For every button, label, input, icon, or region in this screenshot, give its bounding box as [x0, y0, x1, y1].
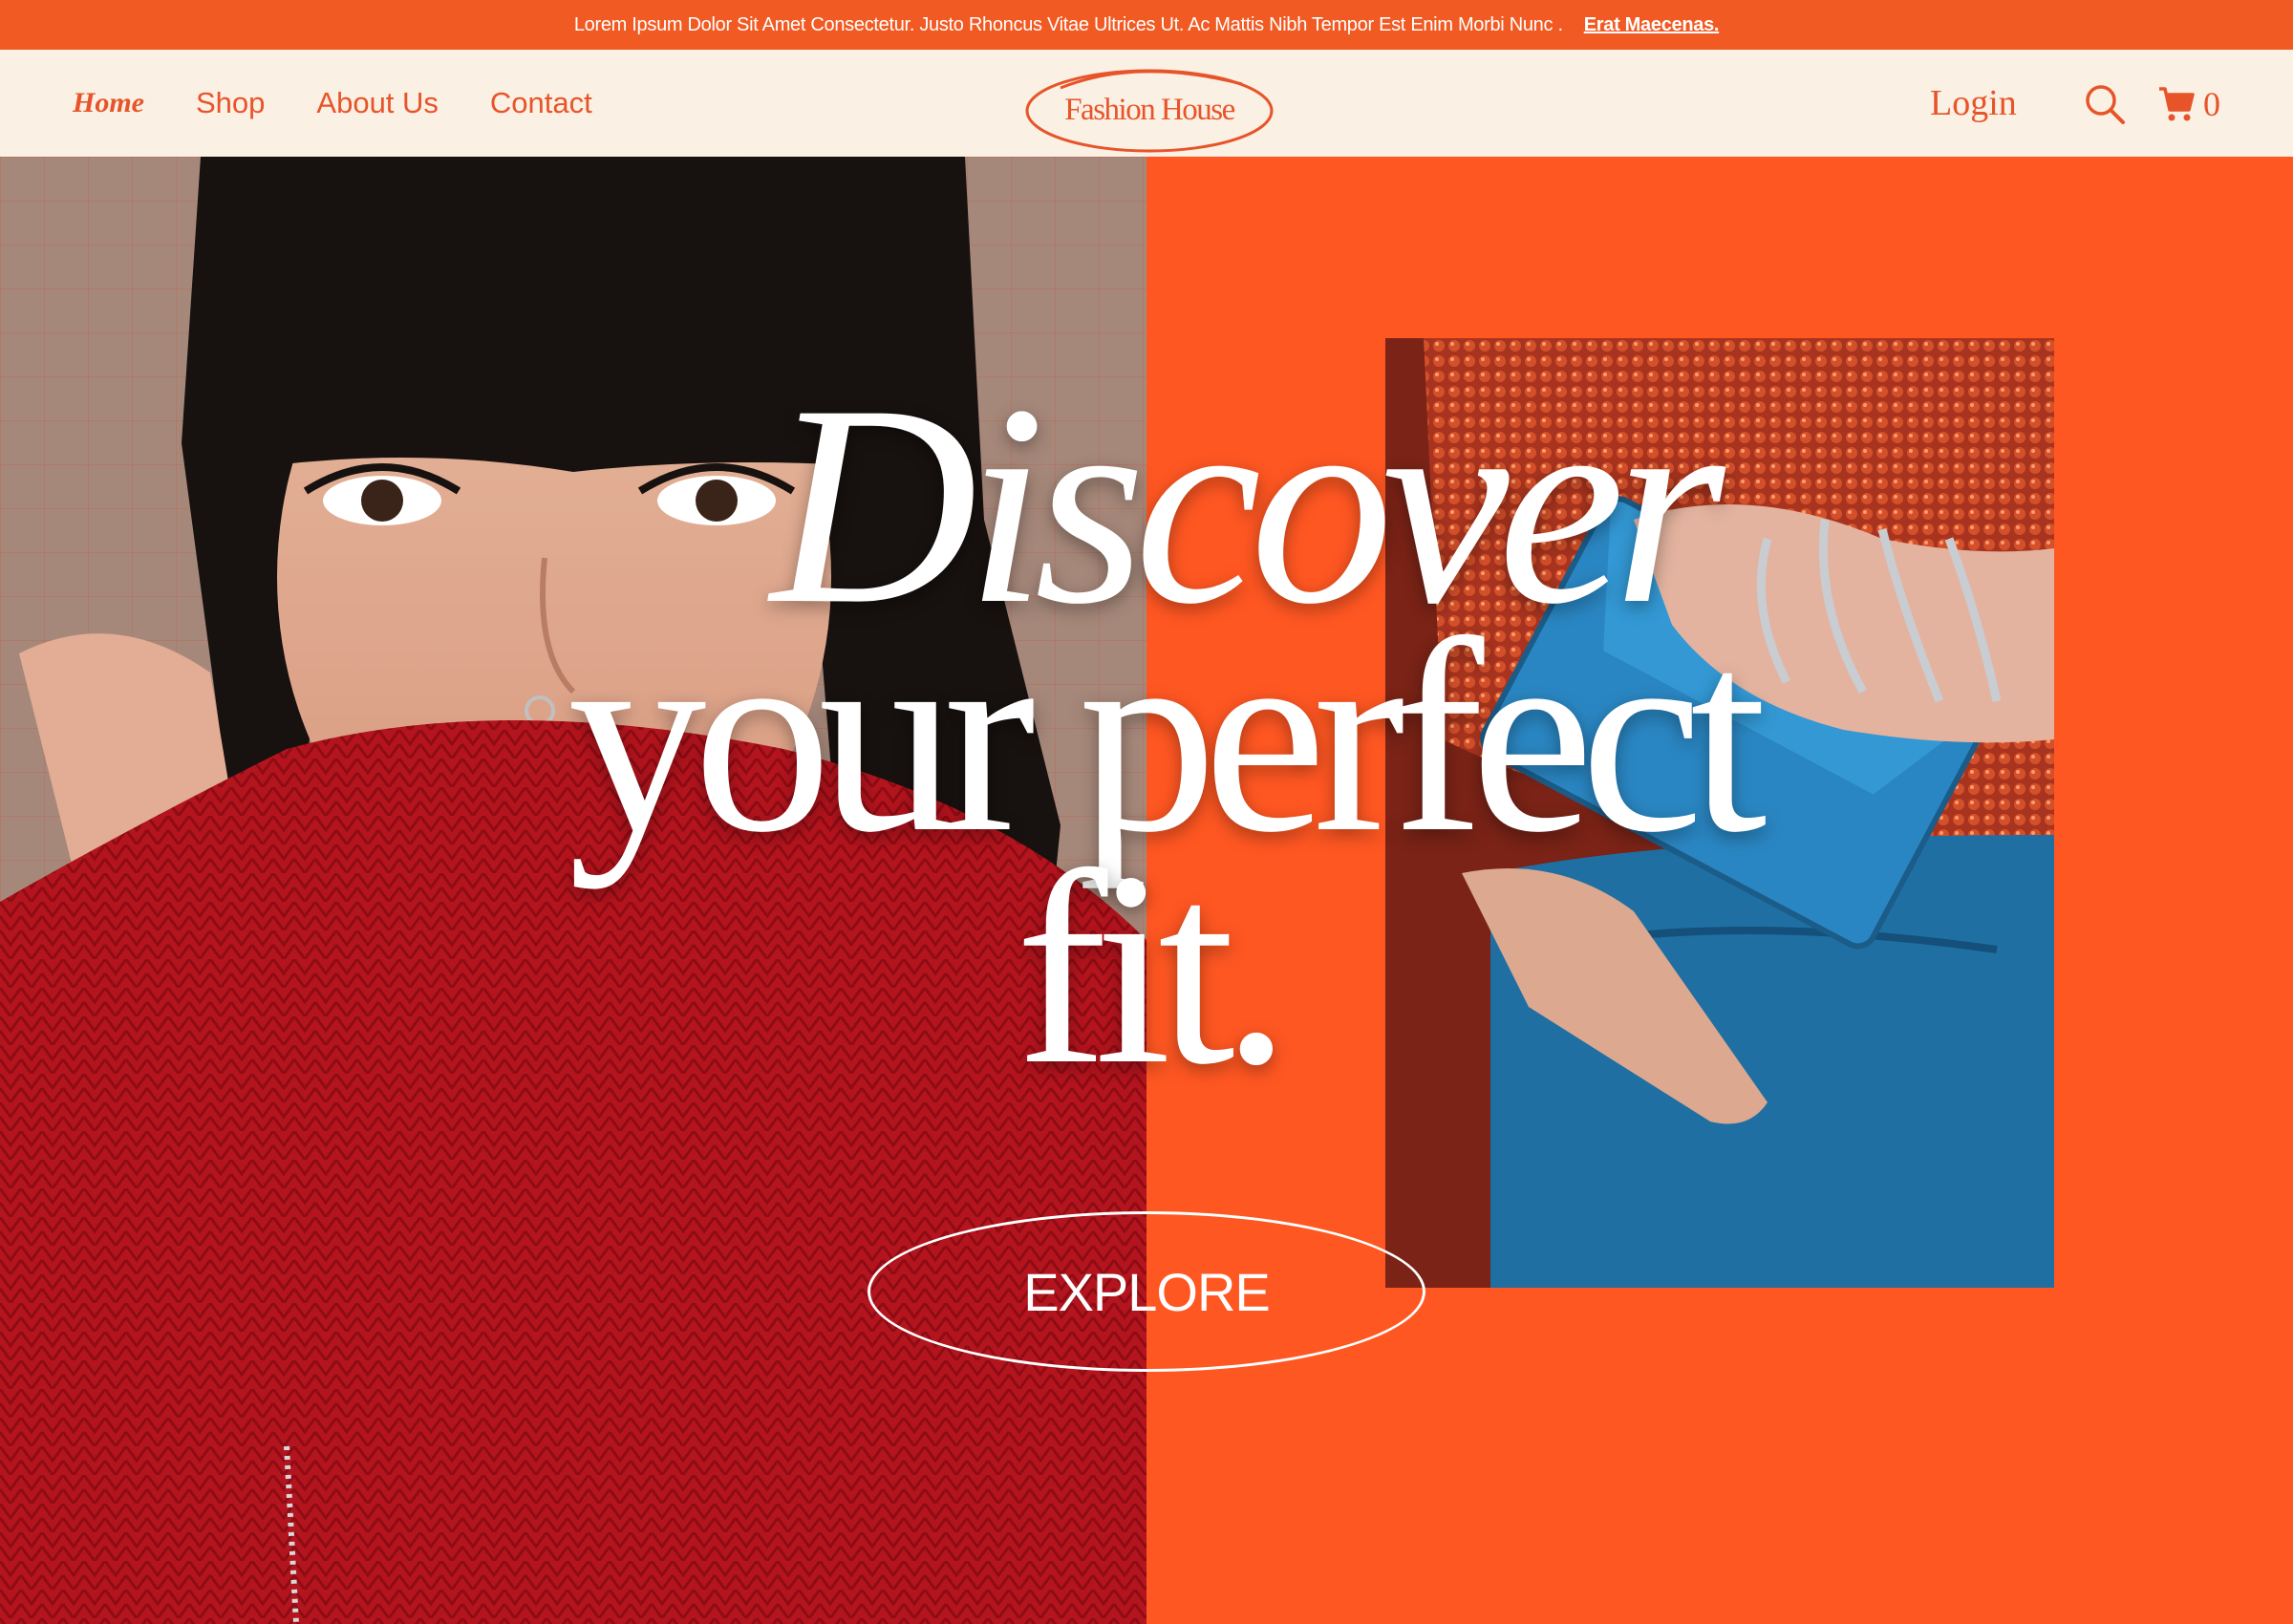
- announcement-link[interactable]: Erat Maecenas.: [1584, 14, 1720, 36]
- hero-headline: Discover your perfect fit.: [0, 361, 2293, 1122]
- headline-line-3: fit.: [1015, 815, 1291, 1122]
- nav-item-shop[interactable]: Shop: [196, 86, 265, 120]
- logo-text: Fashion House: [1064, 92, 1235, 127]
- announcement-text: Lorem Ipsum Dolor Sit Amet Consectetur. …: [573, 13, 1563, 35]
- nav-links: Home Shop About Us Contact: [73, 50, 644, 157]
- nav-item-home[interactable]: Home: [73, 87, 144, 119]
- nav-item-about-us[interactable]: About Us: [316, 86, 439, 120]
- announcement-bar: Lorem Ipsum Dolor Sit Amet Consectetur. …: [0, 0, 2293, 50]
- logo[interactable]: Fashion House: [1022, 59, 1276, 155]
- explore-button[interactable]: EXPLORE: [868, 1211, 1425, 1372]
- hero-section: Discover your perfect fit. EXPLORE: [0, 157, 2293, 1624]
- search-button[interactable]: [2083, 82, 2127, 126]
- cart-count: 0: [2203, 85, 2220, 123]
- search-icon: [2086, 85, 2125, 124]
- cart-button[interactable]: 0: [2157, 80, 2220, 128]
- cart-icon: [2159, 87, 2195, 121]
- nav-item-contact[interactable]: Contact: [490, 86, 592, 120]
- login-link[interactable]: Login: [1930, 50, 2017, 157]
